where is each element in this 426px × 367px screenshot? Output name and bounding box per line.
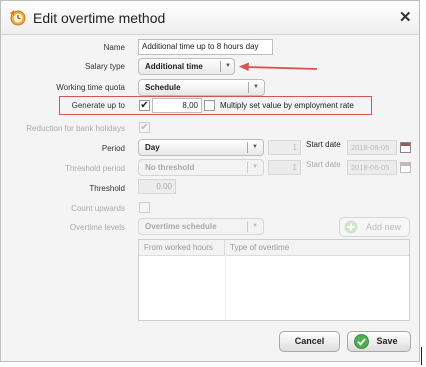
generate-up-to-value[interactable]: 8,00 bbox=[152, 98, 202, 113]
add-new-label: Add new bbox=[365, 222, 402, 232]
select-divider bbox=[247, 221, 248, 232]
generate-up-to-label: Generate up to bbox=[71, 101, 125, 110]
overtime-clock-icon bbox=[10, 10, 26, 26]
count-upwards-label: Count upwards bbox=[71, 204, 125, 213]
generate-up-to-checkbox[interactable]: ✔ bbox=[139, 100, 150, 111]
period-select[interactable]: Day ▼ bbox=[138, 139, 264, 156]
chevron-down-icon: ▼ bbox=[252, 164, 258, 170]
select-divider bbox=[248, 82, 249, 93]
period-start-date-label: Start date bbox=[306, 140, 341, 149]
calendar-icon[interactable] bbox=[400, 142, 411, 153]
overtime-levels-label: Overtime levels bbox=[69, 223, 125, 232]
chevron-down-icon: ▼ bbox=[253, 84, 259, 90]
dialog-title: Edit overtime method bbox=[33, 10, 166, 26]
period-start-date-field[interactable]: 2018-06-05 bbox=[347, 140, 397, 155]
threshold-start-date-label: Start date bbox=[306, 160, 341, 169]
window-edge-divider bbox=[421, 347, 422, 365]
chevron-down-icon: ▼ bbox=[252, 144, 258, 150]
overtime-levels-value: Overtime schedule bbox=[145, 222, 217, 231]
chevron-down-icon: ▼ bbox=[225, 63, 231, 69]
working-time-quota-value: Schedule bbox=[145, 83, 181, 92]
check-icon bbox=[354, 334, 369, 349]
cancel-button[interactable]: Cancel bbox=[279, 331, 340, 352]
threshold-count-field[interactable]: 1 bbox=[268, 160, 301, 175]
column-header: From worked hours bbox=[139, 240, 225, 255]
select-divider bbox=[220, 61, 221, 72]
overtime-levels-table: From worked hours Type of overtime bbox=[138, 239, 410, 321]
overtime-levels-select[interactable]: Overtime schedule ▼ bbox=[138, 218, 264, 235]
select-divider bbox=[247, 162, 248, 173]
column-divider bbox=[225, 255, 226, 320]
select-divider bbox=[247, 142, 248, 153]
plus-icon bbox=[344, 220, 358, 234]
threshold-period-label: Threshold period bbox=[64, 164, 125, 173]
threshold-label: Threshold bbox=[89, 184, 125, 193]
threshold-period-value: No threshold bbox=[145, 163, 195, 172]
working-time-quota-select[interactable]: Schedule ▼ bbox=[138, 79, 265, 96]
threshold-period-select[interactable]: No threshold ▼ bbox=[138, 159, 264, 176]
period-value: Day bbox=[145, 143, 160, 152]
name-label: Name bbox=[103, 43, 125, 52]
close-icon[interactable]: ✕ bbox=[399, 8, 412, 26]
period-label: Period bbox=[101, 144, 125, 153]
working-time-quota-label: Working time quota bbox=[56, 83, 125, 92]
save-label: Save bbox=[376, 336, 398, 346]
reduction-bank-holidays-label: Reduction for bank holidays bbox=[26, 124, 125, 133]
period-count-field[interactable]: 1 bbox=[268, 140, 301, 155]
table-header: From worked hours Type of overtime bbox=[139, 240, 409, 256]
column-header: Type of overtime bbox=[230, 243, 290, 252]
title-bar: Edit overtime method ✕ bbox=[1, 1, 419, 35]
add-new-button[interactable]: Add new bbox=[339, 217, 410, 237]
salary-type-select[interactable]: Additional time ▼ bbox=[138, 58, 235, 75]
edit-overtime-dialog: Edit overtime method ✕ Name Additional t… bbox=[0, 0, 420, 362]
name-field[interactable]: Additional time up to 8 hours day bbox=[138, 39, 273, 55]
threshold-field[interactable]: 0.00 bbox=[138, 179, 176, 194]
count-upwards-checkbox[interactable] bbox=[139, 202, 150, 213]
annotation-arrow-icon bbox=[239, 62, 318, 71]
calendar-icon[interactable] bbox=[400, 162, 411, 173]
reduction-bank-holidays-checkbox[interactable]: ✔ bbox=[139, 122, 150, 133]
salary-type-value: Additional time bbox=[145, 62, 203, 71]
threshold-start-date-field[interactable]: 2018-06-05 bbox=[347, 160, 397, 175]
chevron-down-icon: ▼ bbox=[252, 223, 258, 229]
salary-type-label: Salary type bbox=[84, 62, 125, 71]
multiply-rate-checkbox[interactable] bbox=[204, 100, 215, 111]
multiply-rate-label: Multiply set value by employment rate bbox=[220, 101, 354, 110]
save-button[interactable]: Save bbox=[347, 331, 411, 352]
